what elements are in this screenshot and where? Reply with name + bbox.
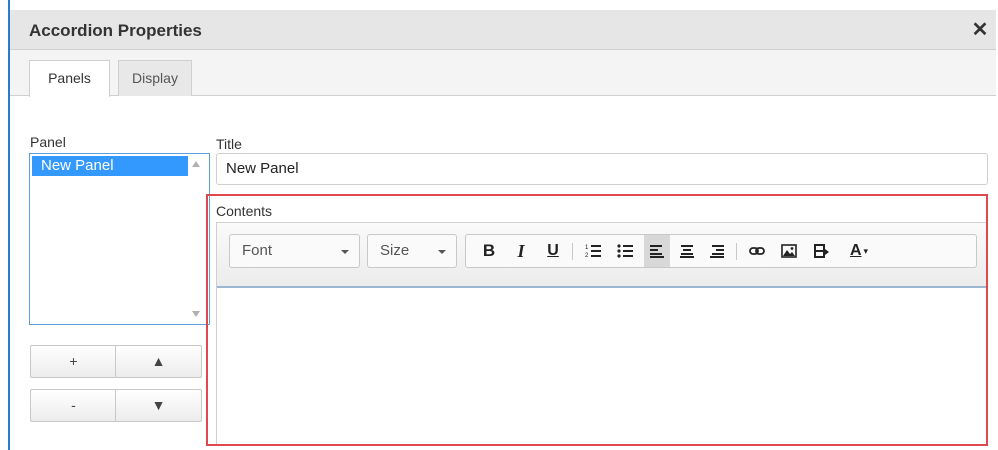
tab-display[interactable]: Display: [118, 60, 192, 96]
close-icon[interactable]: ✕: [968, 18, 992, 42]
panel-label: Panel: [30, 134, 66, 150]
remove-panel-button[interactable]: -: [30, 389, 117, 422]
move-down-button[interactable]: ▼: [115, 389, 202, 422]
title-input[interactable]: New Panel: [216, 153, 988, 185]
dialog-title: Accordion Properties: [29, 21, 202, 40]
move-up-button[interactable]: ▲: [115, 345, 202, 378]
panel-list[interactable]: New Panel: [29, 153, 210, 325]
scroll-down-arrow-icon[interactable]: [192, 311, 200, 317]
scroll-up-arrow-icon[interactable]: [192, 161, 200, 167]
panel-list-item[interactable]: New Panel: [32, 156, 188, 176]
highlight-outline: [206, 194, 988, 446]
title-label: Title: [216, 136, 242, 152]
add-panel-button[interactable]: +: [30, 345, 117, 378]
dialog-titlebar: Accordion Properties ✕: [10, 10, 996, 50]
tab-panels[interactable]: Panels: [29, 60, 110, 97]
accordion-properties-dialog: Accordion Properties ✕ Panels Display Pa…: [10, 0, 998, 450]
tab-bar: Panels Display: [10, 50, 996, 97]
